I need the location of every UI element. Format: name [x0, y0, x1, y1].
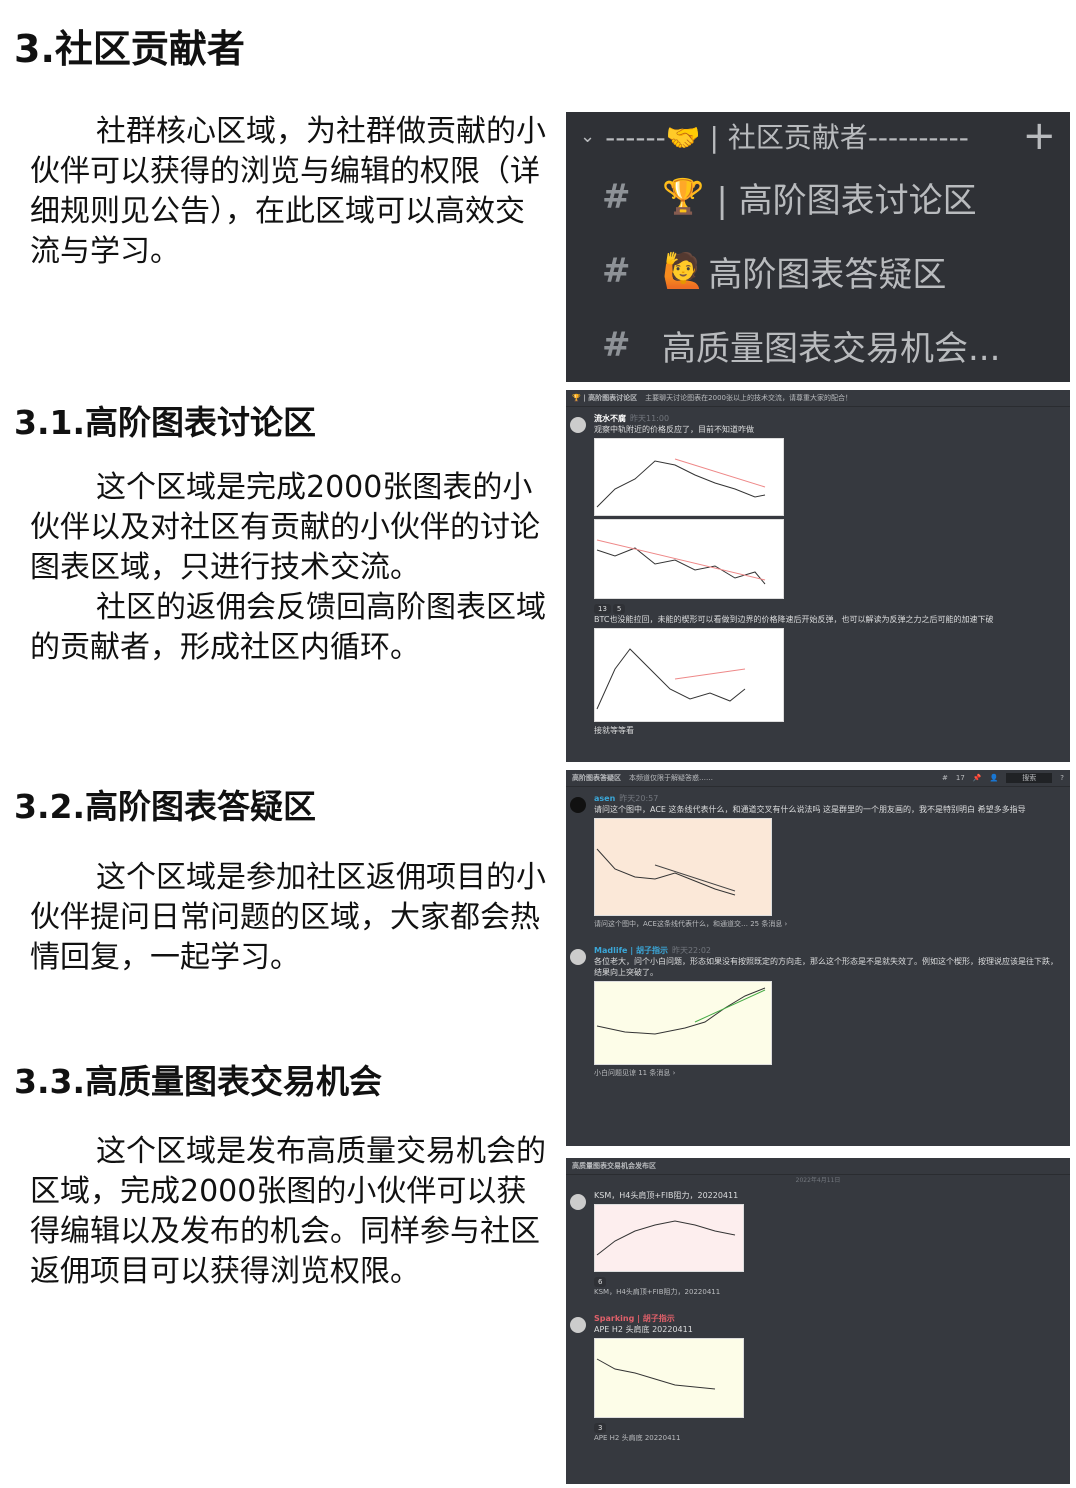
timestamp: 昨天20:57: [619, 794, 659, 803]
channel-label: 高阶图表答疑区: [708, 254, 947, 295]
raising-hand-icon: 🙋: [662, 251, 705, 291]
channel-item[interactable]: # 高质量图表交易机会...: [566, 308, 1070, 382]
reaction[interactable]: 5: [612, 604, 626, 614]
message: Sparking | 胡子指示 APE H2 头肩底 20220411 3 AP…: [566, 1307, 1070, 1443]
trophy-icon: 🏆: [662, 177, 705, 217]
add-channel-icon[interactable]: +: [1022, 113, 1056, 159]
channel-name: 高质量图表交易机会发布区: [572, 1162, 656, 1170]
chart-image[interactable]: [594, 981, 772, 1065]
message-text: BTC也没能拉回，未能的楔形可以看做到边界的价格降速后开始反弹，也可以解读为反弹…: [594, 615, 994, 624]
chart-image[interactable]: [594, 628, 784, 722]
document-page: 3.社区贡献者 社群核心区域，为社群做贡献的小伙伴可以获得的浏览与编辑的权限（详…: [0, 0, 1076, 1488]
username[interactable]: asen: [594, 794, 615, 803]
paragraph-text: 社区的返佣会反馈回高阶图表区域的贡献者，形成社区内循环。: [30, 590, 546, 665]
channel-item[interactable]: # 🏆 | 高阶图表讨论区: [566, 160, 1070, 234]
message-text: APE H2 头肩底 20220411: [594, 1325, 693, 1334]
chart-image[interactable]: [594, 438, 784, 516]
section-paragraph: 这个区域是发布高质量交易机会的区域，完成2000张图的小伙伴可以获得编辑以及发布…: [30, 1132, 550, 1292]
message-text: 各位老大，问个小白问题，形态如果没有按照既定的方向走，那么这个形态是不是就失效了…: [594, 957, 1058, 977]
paragraph-text: 这个区域是完成2000张图表的小伙伴以及对社区有贡献的小伙伴的讨论图表区域，只进…: [30, 470, 540, 585]
channel-topbar: 高质量图表交易机会发布区: [566, 1158, 1070, 1175]
message-text: 请问这个图中，ACE 这条线代表什么，和通道交叉有什么说法吗 这是群里的一个朋友…: [594, 805, 1026, 814]
search-input[interactable]: 搜索: [1006, 773, 1053, 783]
chart-image[interactable]: [594, 1338, 744, 1418]
thread-hash-icon: #: [602, 251, 631, 291]
section-paragraph: 这个区域是完成2000张图表的小伙伴以及对社区有贡献的小伙伴的讨论图表区域，只进…: [30, 468, 550, 668]
members-icon[interactable]: 👤: [990, 774, 999, 782]
reaction[interactable]: 3: [594, 1423, 607, 1433]
channel-topbar: 高阶图表答疑区 本频道仅限于解疑答惑…… #17 📌 👤 搜索?: [566, 770, 1070, 787]
reaction[interactable]: 6: [594, 1277, 607, 1287]
timestamp: 昨天11:00: [630, 414, 670, 423]
pin-icon[interactable]: 📌: [973, 774, 982, 782]
avatar: [570, 797, 586, 813]
thread-link[interactable]: 小白问题见谅 11 条消息 ›: [594, 1068, 1060, 1078]
channel-topic: 本频道仅限于解疑答惑……: [629, 774, 713, 782]
username[interactable]: Madlife | 胡子指示: [594, 946, 668, 955]
username[interactable]: 流水不腐: [594, 414, 626, 423]
channel-item[interactable]: # 🙋 高阶图表答疑区: [566, 234, 1070, 308]
channel-name: 高阶图表答疑区: [572, 774, 621, 782]
thread-link[interactable]: KSM，H4头肩顶+FIB阻力，20220411: [594, 1287, 1060, 1297]
message: Madlife | 胡子指示 昨天22:02 各位老大，问个小白问题，形态如果没有…: [566, 939, 1070, 1078]
section-paragraph: 这个区域是参加社区返佣项目的小伙伴提问日常问题的区域，大家都会热情回复，一起学习…: [30, 858, 550, 978]
message: KSM，H4头肩顶+FIB阻力，20220411 6 KSM，H4头肩顶+FIB…: [566, 1184, 1070, 1297]
message-text: 观察中轨附近的价格反应了，目前不知道咋做: [594, 425, 754, 434]
channel-label: 高质量图表交易机会...: [662, 328, 1001, 369]
avatar: [570, 1194, 586, 1210]
section-heading: 3.2.高阶图表答疑区: [14, 787, 316, 826]
message-text: 接就等等看: [594, 726, 634, 735]
thread-hash-icon: #: [602, 325, 631, 365]
channel-list-screenshot: ⌄ ------🤝 | 社区贡献者---------- + # 🏆 | 高阶图表讨论区 …: [566, 112, 1070, 382]
hash-icon: #: [602, 177, 631, 217]
help-icon[interactable]: ?: [1060, 774, 1064, 782]
timestamp: 昨天22:02: [671, 946, 712, 955]
chart-image[interactable]: [594, 1204, 744, 1272]
thread-link[interactable]: APE H2 头肩底 20220411: [594, 1433, 1060, 1443]
channel-label: | 高阶图表讨论区: [716, 180, 977, 221]
intro-paragraph: 社群核心区域，为社群做贡献的小伙伴可以获得的浏览与编辑的权限（详细规则见公告），…: [30, 112, 550, 272]
avatar: [570, 1317, 586, 1333]
date-divider: 2022年4月11日: [795, 1177, 841, 1184]
paragraph-text: 这个区域是参加社区返佣项目的小伙伴提问日常问题的区域，大家都会热情回复，一起学习…: [30, 860, 546, 975]
discussion-screenshot: 🏆 | 高阶图表讨论区 主要聊天讨论图表在2000张以上的技术交流，请尊重大家的配…: [566, 390, 1070, 762]
category-label: ------🤝 | 社区贡献者----------: [605, 121, 969, 154]
message-text: KSM，H4头肩顶+FIB阻力，20220411: [594, 1191, 739, 1200]
channel-name: 🏆 | 高阶图表讨论区: [572, 394, 638, 402]
threads-icon[interactable]: #: [942, 774, 948, 782]
intro-text: 社群核心区域，为社群做贡献的小伙伴可以获得的浏览与编辑的权限（详细规则见公告），…: [30, 114, 546, 269]
chart-image[interactable]: [594, 818, 772, 916]
channel-topbar: 🏆 | 高阶图表讨论区 主要聊天讨论图表在2000张以上的技术交流，请尊重大家的配…: [566, 390, 1070, 407]
chart-image[interactable]: [594, 519, 784, 599]
reaction[interactable]: 13: [594, 604, 611, 614]
thread-count: 17: [955, 774, 965, 782]
message: asen 昨天20:57 请问这个图中，ACE 这条线代表什么，和通道交叉有什么说…: [566, 787, 1070, 929]
avatar: [570, 949, 586, 965]
section-heading: 3.3.高质量图表交易机会: [14, 1062, 382, 1101]
channel-topic: 主要聊天讨论图表在2000张以上的技术交流，请尊重大家的配合！: [645, 394, 852, 402]
avatar: [570, 417, 586, 433]
chevron-down-icon: ⌄: [580, 125, 596, 147]
paragraph-text: 这个区域是发布高质量交易机会的区域，完成2000张图的小伙伴可以获得编辑以及发布…: [30, 1134, 546, 1289]
message: 流水不腐 昨天11:00 观察中轨附近的价格反应了，目前不知道咋做 13 5 BTC…: [566, 407, 1070, 736]
thread-link[interactable]: 请问这个图中，ACE这条线代表什么，和通道交… 25 条消息 ›: [594, 919, 1060, 929]
page-title: 3.社区贡献者: [14, 27, 245, 71]
section-heading: 3.1.高阶图表讨论区: [14, 403, 316, 442]
username[interactable]: Sparking | 胡子指示: [594, 1314, 675, 1323]
opportunity-screenshot: 高质量图表交易机会发布区 2022年4月11日 KSM，H4头肩顶+FIB阻力，…: [566, 1158, 1070, 1484]
category-header[interactable]: ⌄ ------🤝 | 社区贡献者---------- +: [566, 112, 1070, 160]
qa-screenshot: 高阶图表答疑区 本频道仅限于解疑答惑…… #17 📌 👤 搜索? asen 昨天20:57 …: [566, 770, 1070, 1146]
